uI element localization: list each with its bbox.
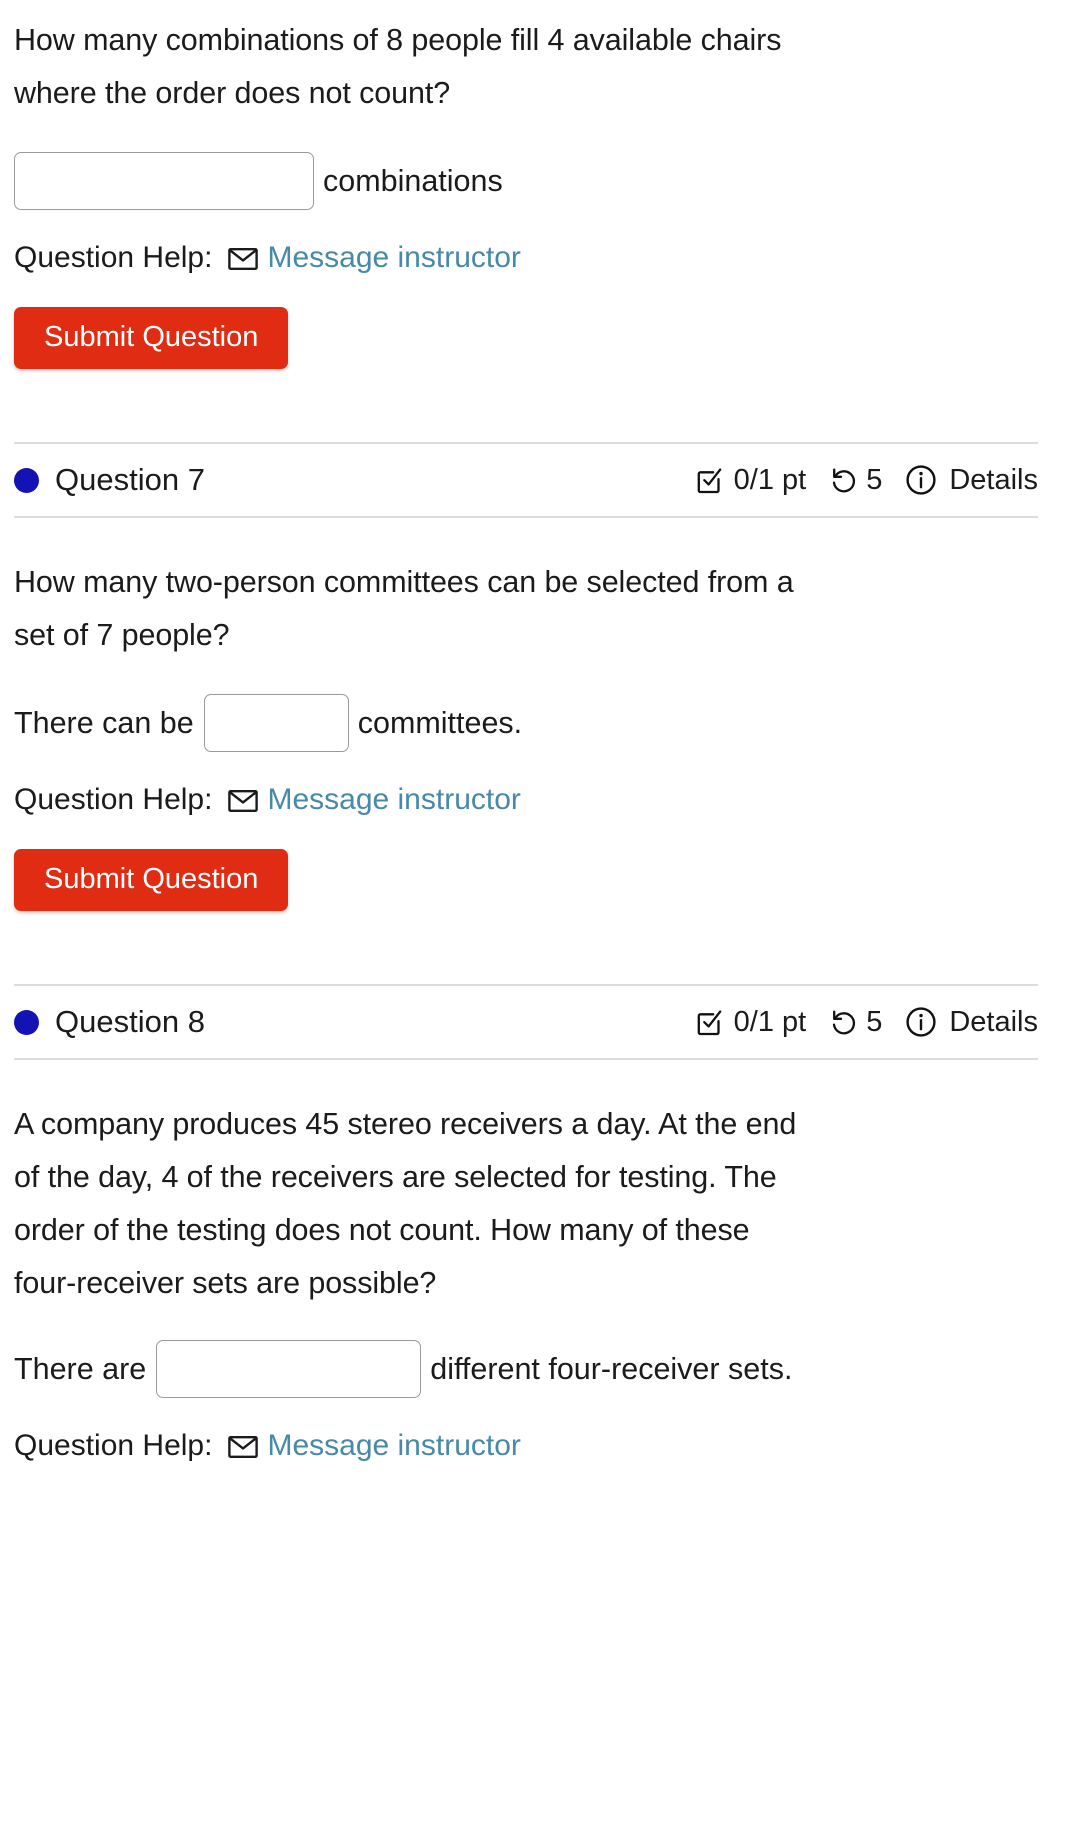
question-6-answer-input[interactable] (14, 152, 314, 210)
check-square-icon (694, 465, 724, 495)
question-6-answer-row: combinations (14, 152, 1038, 210)
rotate-left-icon (828, 1007, 858, 1037)
question-6-help-row: Question Help: Message instructor (14, 241, 1038, 275)
question-8-points: 0/1 pt (733, 1005, 807, 1038)
quiz-page: How many combinations of 8 people fill 4… (0, 0, 1076, 1838)
question-7-message-instructor-link[interactable]: Message instructor (267, 783, 520, 817)
question-7-body-line-1: How many two-person committees can be se… (14, 556, 1038, 609)
question-8-answer-lead-label: There are (14, 1351, 147, 1386)
question-8-status-dot-icon (14, 1009, 39, 1035)
question-8-body-line-4: four-receiver sets are possible? (14, 1257, 1038, 1310)
question-8-body-line-3-text: order of the testing does not count. How… (14, 1213, 750, 1247)
envelope-icon[interactable] (228, 247, 259, 271)
question-7-header-right: 0/1 pt 5 Details (694, 463, 1038, 497)
question-6-message-instructor-link[interactable]: Message instructor (267, 241, 520, 275)
question-8-attempts: 5 (866, 1005, 883, 1038)
question-7-answer-lead-label: There can be (14, 705, 194, 740)
question-7-body: How many two-person committees can be se… (14, 518, 1038, 662)
question-8-answer-trail-label: different four-receiver sets. (430, 1351, 793, 1386)
question-7-answer-trail-label: committees. (357, 705, 523, 740)
question-7-answer-input[interactable] (203, 694, 349, 752)
question-8-body-line-1-text: A company produces 45 stereo receivers a… (14, 1107, 797, 1141)
question-7-body-line-2: set of 7 people? (14, 609, 1038, 662)
question-6-body: How many combinations of 8 people fill 4… (14, 0, 1038, 120)
question-7-help-row: Question Help: Message instructor (14, 783, 1038, 817)
question-8-body: A company produces 45 stereo receivers a… (14, 1060, 1038, 1310)
question-7-help-label: Question Help: (14, 783, 213, 816)
question-8-body-line-2-text: of the day, 4 of the receivers are selec… (14, 1160, 777, 1194)
question-6-block: How many combinations of 8 people fill 4… (14, 0, 1038, 369)
question-8-body-line-1: A company produces 45 stereo receivers a… (14, 1098, 1038, 1151)
question-7-block: How many two-person committees can be se… (14, 518, 1038, 911)
question-6-submit-row: Submit Question (14, 307, 1038, 369)
question-6-help-label: Question Help: (14, 241, 213, 274)
question-7-header[interactable]: Question 7 0/1 pt 5 Details (14, 444, 1038, 516)
question-7-body-line-1-text: How many two-person committees can be se… (14, 565, 794, 599)
question-7-submit-button[interactable]: Submit Question (14, 849, 289, 911)
question-7-points: 0/1 pt (733, 463, 807, 496)
question-6-answer-unit-label: combinations (323, 163, 503, 198)
question-8-block: A company produces 45 stereo receivers a… (14, 1060, 1038, 1463)
question-6-body-line-1-text: How many combinations of 8 people fill 4… (14, 23, 782, 57)
question-6-body-line-1: How many combinations of 8 people fill 4… (14, 14, 1038, 67)
question-7-details-label[interactable]: Details (949, 464, 1038, 497)
question-8-title: Question 8 (55, 1004, 205, 1039)
info-circle-icon[interactable] (904, 1005, 938, 1039)
question-8-header-right: 0/1 pt 5 Details (694, 1005, 1038, 1039)
question-8-header-left: Question 8 (14, 1004, 205, 1040)
question-8-answer-input[interactable] (156, 1340, 422, 1398)
envelope-icon[interactable] (228, 1435, 259, 1459)
question-8-header[interactable]: Question 8 0/1 pt 5 Details (14, 986, 1038, 1058)
question-7-body-line-2-text: set of 7 people? (14, 618, 230, 652)
question-7-header-left: Question 7 (14, 462, 205, 498)
rotate-left-icon (828, 465, 858, 495)
question-8-body-line-4-text: four-receiver sets are possible? (14, 1266, 437, 1300)
question-6-submit-button[interactable]: Submit Question (14, 307, 289, 369)
question-7-title: Question 7 (55, 462, 205, 497)
question-7-status-dot-icon (14, 467, 39, 493)
check-square-icon (694, 1007, 724, 1037)
question-8-body-line-2: of the day, 4 of the receivers are selec… (14, 1151, 1038, 1204)
question-6-body-line-2: where the order does not count? (14, 67, 1038, 120)
question-7-answer-row: There can be committees. (14, 694, 1038, 752)
question-7-attempts: 5 (866, 463, 883, 496)
question-8-help-label: Question Help: (14, 1429, 213, 1462)
question-8-message-instructor-link[interactable]: Message instructor (267, 1429, 520, 1463)
question-8-details-label[interactable]: Details (949, 1006, 1038, 1039)
question-6-body-line-2-text: where the order does not count? (14, 76, 451, 110)
envelope-icon[interactable] (228, 789, 259, 813)
quiz-content: How many combinations of 8 people fill 4… (14, 0, 1038, 1463)
info-circle-icon[interactable] (904, 463, 938, 497)
question-8-body-line-3: order of the testing does not count. How… (14, 1204, 1038, 1257)
question-8-help-row: Question Help: Message instructor (14, 1429, 1038, 1463)
question-7-submit-row: Submit Question (14, 849, 1038, 911)
question-8-answer-row: There are different four-receiver sets. (14, 1340, 1038, 1398)
